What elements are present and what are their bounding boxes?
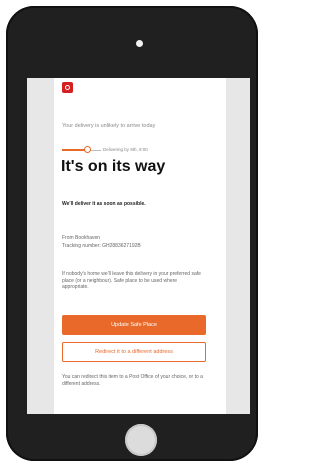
screen[interactable]: Your delivery is unlikely to arrive toda… xyxy=(27,78,250,414)
tracking-number[interactable]: Tracking number: GH2883627192B xyxy=(62,243,141,249)
safe-place-note: If nobody's home we'll leave this delive… xyxy=(62,271,201,290)
redirect-button[interactable]: Redirect it to a different address xyxy=(62,342,206,362)
progress-remaining xyxy=(91,149,101,151)
delivery-intro-text: Your delivery is unlikely to arrive toda… xyxy=(62,123,156,129)
headline: It's on its way xyxy=(61,158,166,175)
update-safe-place-button[interactable]: Update Safe Place xyxy=(62,315,206,335)
camera-dot xyxy=(136,40,143,47)
delivery-subline: We'll deliver it as soon as possible. xyxy=(62,201,146,207)
delivery-progress: Delivering by 9th, 9:00 xyxy=(62,146,202,154)
tablet-device: Your delivery is unlikely to arrive toda… xyxy=(6,6,258,461)
progress-dot-icon xyxy=(84,146,91,153)
sender-text: From Bookhaven xyxy=(62,235,101,241)
brand-logo-icon xyxy=(62,82,73,93)
footer-text: You can redirect this item to a Post Off… xyxy=(62,374,203,387)
home-button[interactable] xyxy=(125,424,157,456)
progress-label: Delivering by 9th, 9:00 xyxy=(103,147,148,152)
